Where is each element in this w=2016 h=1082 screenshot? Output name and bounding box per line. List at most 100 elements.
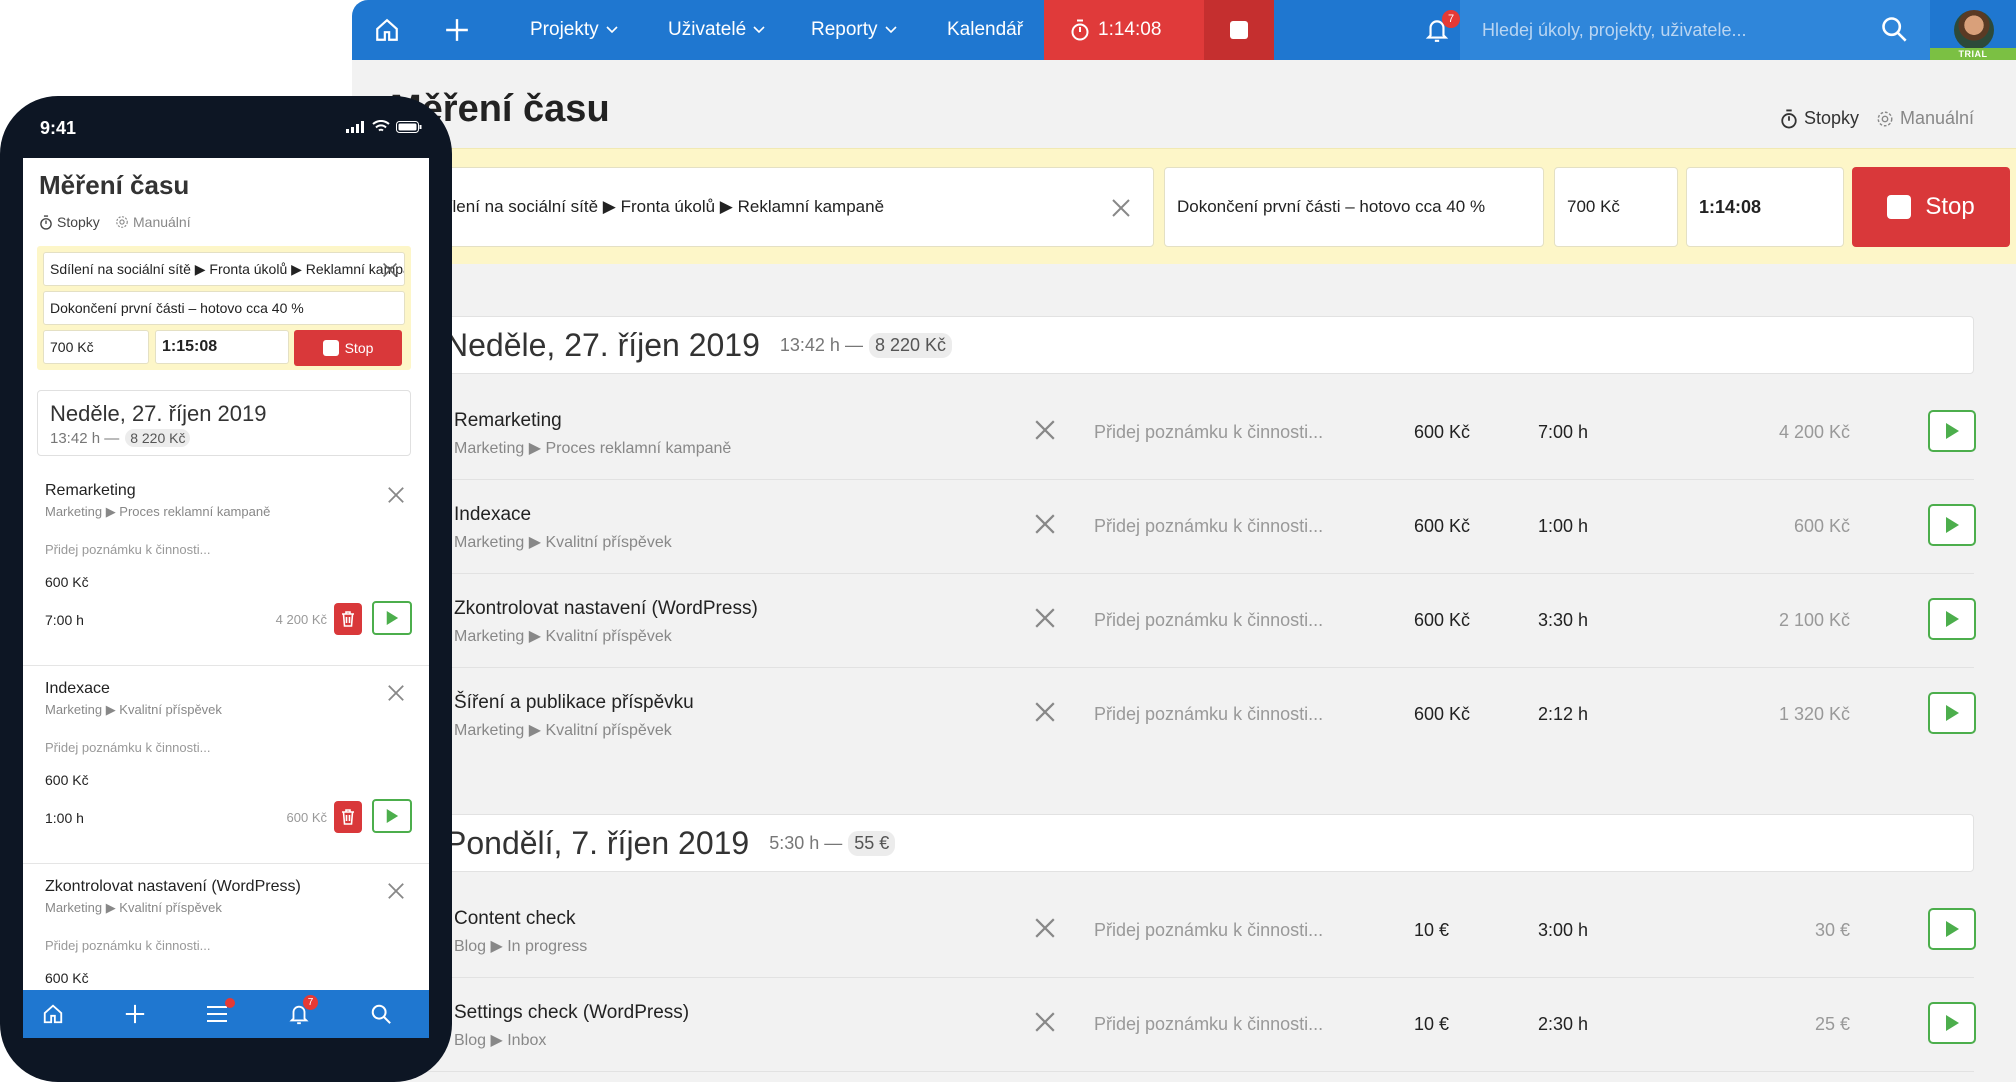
close-icon[interactable] (1034, 1011, 1056, 1033)
item-total: 600 Kč (286, 810, 327, 825)
day-title: Neděle, 27. říjen 2019 (445, 326, 760, 363)
mode-manual[interactable]: Manuální (1876, 108, 1974, 129)
close-icon[interactable] (1034, 917, 1056, 939)
stop-icon (322, 340, 339, 356)
close-icon[interactable] (1111, 198, 1131, 218)
row-note-input[interactable]: Přidej poznámku k činnosti... (1094, 920, 1323, 941)
nav-users-label: Uživatelé (668, 19, 747, 40)
mode-stopwatch-label: Stopky (57, 214, 100, 230)
time-field[interactable]: 1:14:08 (1686, 167, 1844, 247)
row-note-input[interactable]: Přidej poznámku k činnosti... (1094, 1014, 1323, 1035)
mode-stopwatch[interactable]: Stopky (1780, 108, 1859, 129)
stop-icon (1887, 195, 1912, 219)
item-note-input[interactable]: Přidej poznámku k činnosti... (45, 740, 210, 755)
play-button[interactable] (1928, 908, 1976, 950)
mode-manual-label: Manuální (133, 214, 191, 230)
play-button[interactable] (372, 799, 412, 833)
home-button[interactable] (352, 0, 422, 60)
note-value: Dokončení první části – hotovo cca 40 % (1177, 197, 1486, 216)
trash-icon (342, 611, 354, 627)
close-icon[interactable] (1034, 607, 1056, 629)
row-rate: 10 € (1414, 1014, 1450, 1034)
row-path: Blog ▶ Inbox (454, 1032, 547, 1049)
play-button[interactable] (1928, 692, 1976, 734)
item-rate: 600 Kč (45, 574, 89, 590)
nav-calendar[interactable]: Kalendář (947, 0, 1023, 60)
status-time: 9:41 (40, 118, 77, 138)
add-button[interactable] (422, 0, 492, 60)
row-note-input[interactable]: Přidej poznámku k činnosti... (1094, 422, 1323, 443)
home-icon (43, 1004, 63, 1024)
list-item: Indexace Marketing ▶ Kvalitní příspěvek … (23, 666, 429, 864)
item-rate: 600 Kč (45, 772, 89, 788)
stop-button[interactable]: Stop (1852, 167, 2010, 247)
stop-label: Stop (1925, 193, 1975, 220)
close-icon[interactable] (1034, 419, 1056, 441)
running-timer[interactable]: 1:14:08 (1044, 0, 1204, 60)
search-icon[interactable] (1880, 15, 1908, 43)
close-icon[interactable] (387, 684, 405, 702)
tab-home[interactable] (23, 990, 83, 1038)
delete-button[interactable] (334, 801, 362, 833)
item-hours: 7:00 h (45, 612, 84, 628)
item-note-input[interactable]: Přidej poznámku k činnosti... (45, 938, 210, 953)
stop-button[interactable]: Stop (294, 330, 402, 366)
time-value: 1:15:08 (162, 338, 218, 355)
note-field[interactable]: Dokončení první části – hotovo cca 40 % (43, 291, 405, 325)
close-icon[interactable] (1034, 513, 1056, 535)
rate-field[interactable]: 700 Kč (43, 330, 149, 364)
mode-manual[interactable]: Manuální (115, 214, 191, 230)
table-row: Remarketing Marketing ▶ Proces reklamní … (414, 386, 1976, 480)
chevron-down-icon (884, 26, 897, 34)
play-icon (1946, 705, 1959, 721)
row-title: Settings check (WordPress) (454, 1002, 690, 1023)
rate-field[interactable]: 700 Kč (1554, 167, 1678, 247)
nav-projects[interactable]: Projekty (530, 0, 619, 60)
tab-add[interactable] (105, 990, 165, 1038)
row-rate: 600 Kč (1414, 516, 1471, 536)
search-input[interactable] (1482, 14, 1852, 46)
note-field[interactable]: Dokončení první části – hotovo cca 40 % (1164, 167, 1544, 247)
row-title: Indexace (454, 504, 532, 525)
tab-menu[interactable] (187, 990, 247, 1038)
item-total: 4 200 Kč (275, 612, 327, 627)
play-button[interactable] (1928, 1002, 1976, 1044)
rate-value: 700 Kč (1567, 197, 1620, 216)
play-button[interactable] (1928, 598, 1976, 640)
close-icon[interactable] (1034, 701, 1056, 723)
stopwatch-icon (1781, 109, 1797, 128)
item-note-input[interactable]: Přidej poznámku k činnosti... (45, 542, 210, 557)
day-meta: 13:42 h — 8 220 Kč (780, 332, 953, 358)
mode-stopwatch-label: Stopky (1804, 108, 1860, 128)
tab-search[interactable] (351, 990, 411, 1038)
user-menu[interactable]: TRIAL (1930, 0, 2016, 60)
task-select[interactable]: Sdílení na sociální sítě ▶ Fronta úkolů … (414, 167, 1154, 247)
task-select[interactable]: Sdílení na sociální sítě ▶ Fronta úkolů … (43, 252, 405, 286)
mode-stopwatch[interactable]: Stopky (39, 214, 100, 230)
nav-users[interactable]: Uživatelé (668, 0, 766, 60)
row-note-input[interactable]: Přidej poznámku k činnosti... (1094, 516, 1323, 537)
menu-dot-badge (225, 998, 235, 1008)
play-button[interactable] (1928, 410, 1976, 452)
close-icon[interactable] (382, 262, 398, 278)
row-hours: 3:00 h (1538, 920, 1589, 940)
delete-button[interactable] (334, 603, 362, 635)
chevron-down-icon (606, 26, 618, 34)
row-note-input[interactable]: Přidej poznámku k činnosti... (1094, 704, 1323, 725)
tab-notifications[interactable]: 7 (269, 990, 329, 1038)
day-hours: 13:42 h — (50, 429, 120, 447)
time-field[interactable]: 1:15:08 (155, 330, 289, 364)
row-path: Marketing ▶ Proces reklamní kampaně (454, 440, 732, 457)
row-rate: 600 Kč (1414, 610, 1471, 630)
play-button[interactable] (1928, 504, 1976, 546)
play-button[interactable] (372, 601, 412, 635)
nav-reports[interactable]: Reporty (811, 0, 898, 60)
task-path: Sdílení na sociální sítě ▶ Fronta úkolů … (50, 260, 405, 277)
close-icon[interactable] (387, 882, 405, 900)
plus-icon (446, 19, 468, 41)
phone-mockup: 9:41 Měření času Stopky Manuální Sdílení… (0, 96, 452, 1082)
row-note-input[interactable]: Přidej poznámku k činnosti... (1094, 610, 1323, 631)
timer-stop-button[interactable] (1204, 0, 1274, 60)
close-icon[interactable] (387, 486, 405, 504)
row-total: 2 100 Kč (1778, 610, 1850, 630)
